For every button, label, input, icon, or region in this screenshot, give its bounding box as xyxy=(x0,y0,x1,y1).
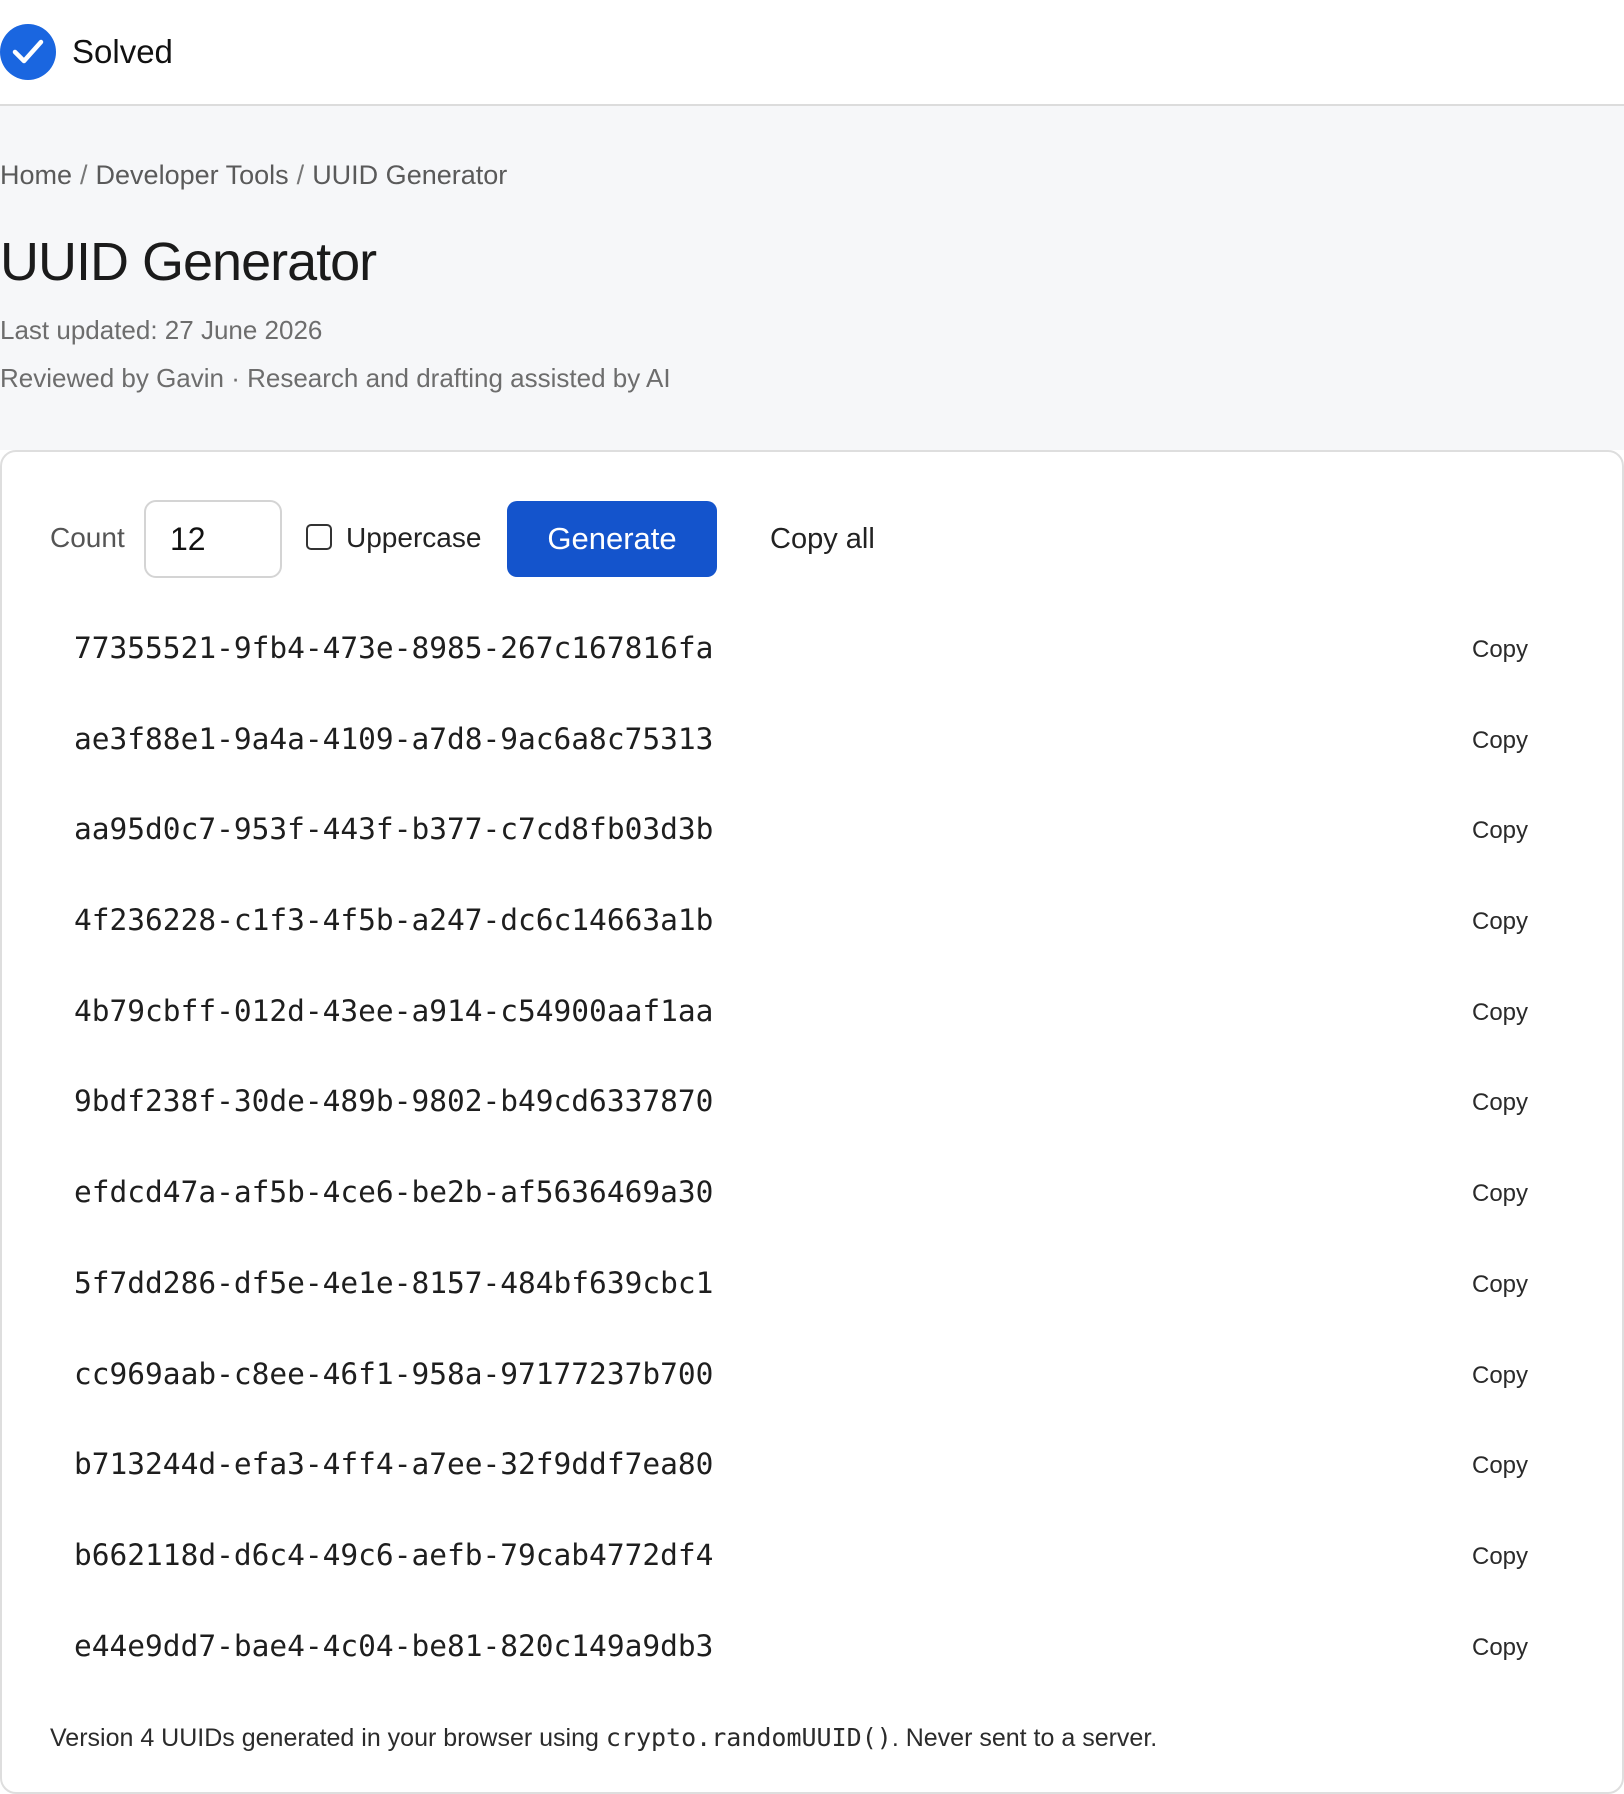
uuid-list: 77355521-9fb4-473e-8985-267c167816fa Copy… xyxy=(0,600,1620,1688)
uppercase-label[interactable]: Uppercase xyxy=(346,520,481,556)
uuid-value: 5f7dd286-df5e-4e1e-8157-484bf639cbc1 xyxy=(74,1265,714,1300)
reviewed-by: Reviewed by Gavin · Research and draftin… xyxy=(0,363,671,393)
copy-uuid-button[interactable]: Copy xyxy=(1472,1632,1528,1664)
uuid-row: b662118d-d6c4-49c6-aefb-79cab4772df4 Copy xyxy=(0,1507,1620,1598)
copy-uuid-button[interactable]: Copy xyxy=(1472,1450,1528,1482)
uuid-value: b662118d-d6c4-49c6-aefb-79cab4772df4 xyxy=(74,1537,714,1572)
uuid-row: 5f7dd286-df5e-4e1e-8157-484bf639cbc1 Copy xyxy=(0,1235,1620,1326)
copy-uuid-button[interactable]: Copy xyxy=(1472,815,1528,847)
status-label: Solved xyxy=(72,33,173,70)
last-updated: Last updated: 27 June 2026 xyxy=(0,315,323,345)
copy-uuid-button[interactable]: Copy xyxy=(1472,906,1528,938)
uuid-row: 4b79cbff-012d-43ee-a914-c54900aaf1aa Copy xyxy=(0,963,1620,1054)
breadcrumb: Home / Developer Tools / UUID Generator xyxy=(0,158,507,192)
uuid-value: e44e9dd7-bae4-4c04-be81-820c149a9db3 xyxy=(74,1628,714,1663)
uuid-row: ae3f88e1-9a4a-4109-a7d8-9ac6a8c75313 Copy xyxy=(0,691,1620,782)
count-input[interactable] xyxy=(144,500,282,578)
breadcrumb-separator: / xyxy=(296,160,305,190)
uuid-value: ae3f88e1-9a4a-4109-a7d8-9ac6a8c75313 xyxy=(74,721,714,756)
uuid-row: efdcd47a-af5b-4ce6-be2b-af5636469a30 Copy xyxy=(0,1144,1620,1235)
copy-uuid-button[interactable]: Copy xyxy=(1472,1269,1528,1301)
footnote-text: Version 4 UUIDs generated in your browse… xyxy=(50,1724,606,1752)
page-title: UUID Generator xyxy=(0,232,377,292)
copy-all-button[interactable]: Copy all xyxy=(770,521,875,557)
uuid-row: 4f236228-c1f3-4f5b-a247-dc6c14663a1b Copy xyxy=(0,872,1620,963)
uuid-row: 9bdf238f-30de-489b-9802-b49cd6337870 Copy xyxy=(0,1053,1620,1144)
generate-button[interactable]: Generate xyxy=(507,501,717,577)
copy-uuid-button[interactable]: Copy xyxy=(1472,1360,1528,1392)
uuid-value: aa95d0c7-953f-443f-b377-c7cd8fb03d3b xyxy=(74,812,714,847)
uuid-value: 77355521-9fb4-473e-8985-267c167816fa xyxy=(74,631,714,665)
breadcrumb-developer-tools[interactable]: Developer Tools xyxy=(96,160,289,190)
breadcrumb-separator: / xyxy=(80,160,88,190)
top-bar: Solved xyxy=(0,0,1624,106)
footnote: Version 4 UUIDs generated in your browse… xyxy=(50,1722,1157,1754)
count-label: Count xyxy=(50,522,125,553)
uuid-value: b713244d-efa3-4ff4-a7ee-32f9ddf7ea80 xyxy=(74,1447,714,1482)
uuid-row: cc969aab-c8ee-46f1-958a-97177237b700 Copy xyxy=(0,1326,1620,1417)
uuid-value: 4b79cbff-012d-43ee-a914-c54900aaf1aa xyxy=(74,993,714,1028)
uppercase-checkbox[interactable] xyxy=(306,524,332,550)
copy-uuid-button[interactable]: Copy xyxy=(1472,1087,1528,1119)
copy-uuid-button[interactable]: Copy xyxy=(1472,1541,1528,1573)
uuid-value: efdcd47a-af5b-4ce6-be2b-af5636469a30 xyxy=(74,1175,714,1210)
copy-uuid-button[interactable]: Copy xyxy=(1472,634,1528,666)
uuid-row: e44e9dd7-bae4-4c04-be81-820c149a9db3 Copy xyxy=(0,1598,1620,1689)
uuid-value: 4f236228-c1f3-4f5b-a247-dc6c14663a1b xyxy=(74,903,714,938)
copy-uuid-button[interactable]: Copy xyxy=(1472,725,1528,757)
footnote-code: crypto.randomUUID() xyxy=(605,1723,892,1752)
uuid-value: cc969aab-c8ee-46f1-958a-97177237b700 xyxy=(74,1356,714,1391)
uuid-row: aa95d0c7-953f-443f-b377-c7cd8fb03d3b Copy xyxy=(0,781,1620,872)
uuid-value: 9bdf238f-30de-489b-9802-b49cd6337870 xyxy=(74,1084,714,1119)
copy-uuid-button[interactable]: Copy xyxy=(1472,997,1528,1029)
copy-uuid-button[interactable]: Copy xyxy=(1472,1178,1528,1210)
uuid-row: b713244d-efa3-4ff4-a7ee-32f9ddf7ea80 Copy xyxy=(0,1416,1620,1507)
breadcrumb-current: UUID Generator xyxy=(312,160,508,190)
breadcrumb-home[interactable]: Home xyxy=(0,160,72,190)
check-circle-icon xyxy=(0,24,56,80)
uuid-row: 77355521-9fb4-473e-8985-267c167816fa Copy xyxy=(0,600,1620,691)
footnote-text-end: . Never sent to a server. xyxy=(891,1724,1158,1752)
